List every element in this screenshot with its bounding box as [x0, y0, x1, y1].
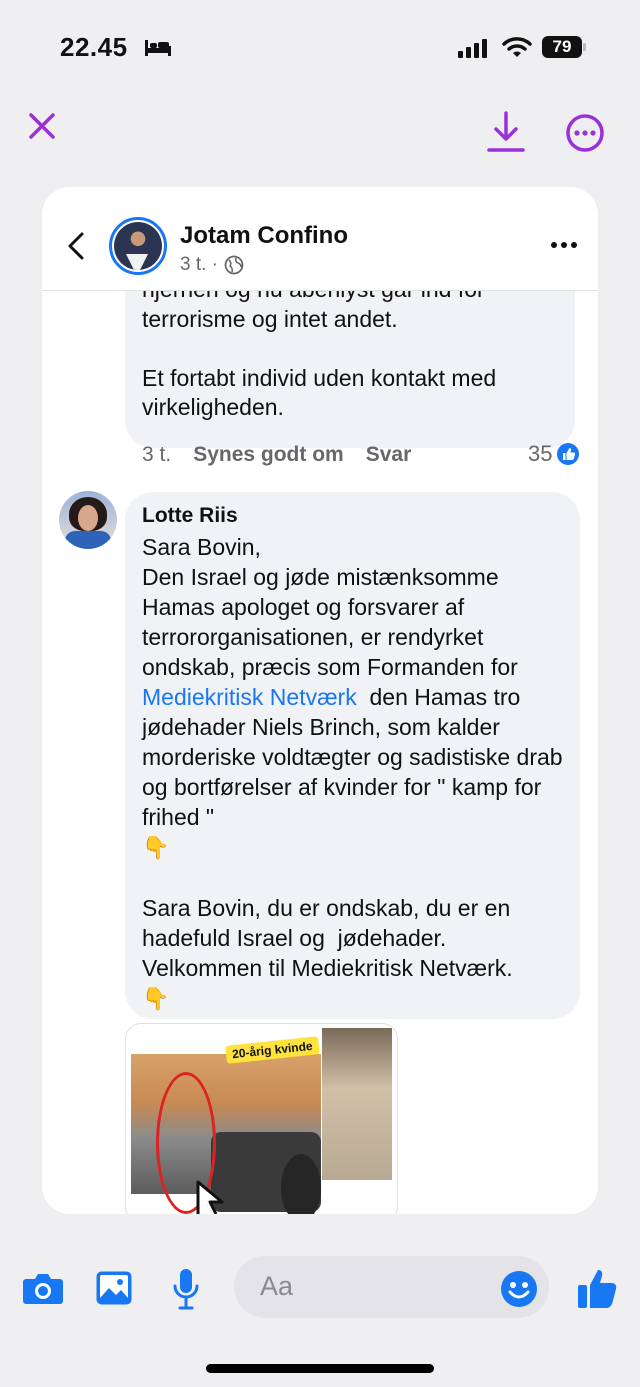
download-icon[interactable] [486, 110, 526, 154]
post-more-icon[interactable] [550, 241, 578, 249]
post-meta: 3 t. · [180, 254, 244, 276]
post-time: 3 t. · [180, 254, 219, 275]
post-header: Jotam Confino 3 t. · [42, 187, 598, 291]
thumbs-up-icon[interactable] [576, 1266, 618, 1310]
author-name[interactable]: Jotam Confino [180, 222, 348, 250]
emoji-icon[interactable] [500, 1270, 538, 1308]
camera-icon[interactable] [22, 1270, 64, 1306]
screen: 22.45 79 Jotam Confino 3 t. · terrorisme… [0, 0, 640, 1387]
comment-image-attachment[interactable]: 20-årig kvinde [125, 1023, 398, 1214]
mentioned-group-link[interactable]: Mediekritisk Netværk [142, 684, 357, 710]
like-count: 35 [528, 441, 553, 466]
pointer-arrow-icon [196, 1180, 224, 1214]
comments-area: hjernen og nu åbenlyst går ind for terro… [42, 291, 598, 1214]
back-chevron-icon[interactable] [66, 231, 86, 261]
cellular-signal-icon [458, 39, 487, 58]
sleep-focus-icon [145, 40, 171, 56]
comment-text: hjernen og nu åbenlyst går ind for terro… [142, 291, 497, 420]
gallery-icon[interactable] [95, 1270, 133, 1306]
shared-post-card: Jotam Confino 3 t. · hjernen og nu åbenl… [42, 187, 598, 1214]
commenter-avatar[interactable] [59, 491, 117, 549]
attachment-photo [131, 1054, 321, 1214]
like-badge-icon [557, 443, 580, 465]
wifi-icon [502, 37, 532, 57]
reply-button[interactable]: Svar [366, 443, 412, 467]
battery-level: 79 [542, 36, 582, 58]
attachment-photo [322, 1028, 392, 1180]
comment-text-part: Sara Bovin, Den Israel og jøde mistænkso… [142, 534, 518, 680]
close-icon[interactable] [26, 110, 58, 142]
home-indicator [206, 1364, 434, 1373]
comment-text: Sara Bovin, Den Israel og jøde mistænkso… [142, 532, 572, 1014]
status-time: 22.45 [60, 32, 128, 62]
more-options-icon[interactable] [565, 113, 605, 153]
microphone-icon[interactable] [172, 1268, 200, 1310]
comment-text-part: Sara Bovin, du er ondskab, du er en hade… [142, 895, 513, 981]
pointing-down-emoji: 👇 [142, 835, 170, 860]
commenter-name[interactable]: Lotte Riis [142, 504, 238, 528]
like-comment-button[interactable]: Synes godt om [193, 443, 344, 467]
message-placeholder: Aa [260, 1271, 294, 1301]
comment-time: 3 t. [142, 443, 172, 466]
comment-actions: 3 t. Synes godt om Svar [142, 443, 411, 467]
battery-tip [583, 43, 586, 51]
battery-indicator: 79 [542, 36, 586, 58]
globe-icon [224, 255, 244, 275]
pointing-down-emoji: 👇 [142, 986, 170, 1011]
author-avatar[interactable] [109, 217, 167, 275]
comment-like-count[interactable]: 35 [528, 441, 580, 467]
